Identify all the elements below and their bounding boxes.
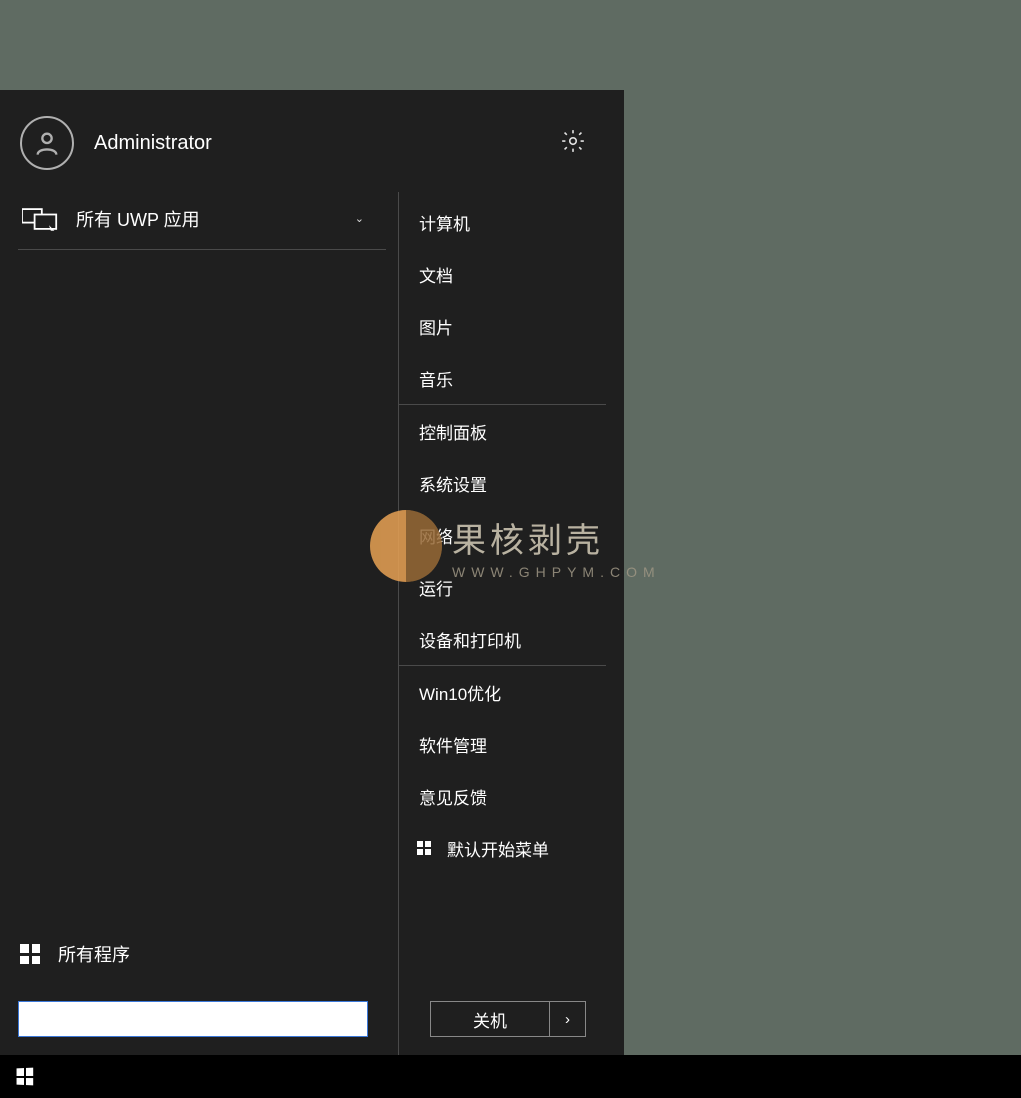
chevron-down-icon: ⌄ <box>355 212 364 225</box>
menu-item-music[interactable]: 音乐 <box>399 352 606 404</box>
gear-icon <box>560 128 586 154</box>
start-menu: Administrator 所有 UWP 应用 ⌄ <box>0 90 624 1055</box>
uwp-label: 所有 UWP 应用 <box>76 206 355 232</box>
power-options-button[interactable]: › <box>550 1001 586 1037</box>
user-icon <box>33 129 61 157</box>
power-row: 关机 › <box>430 1001 586 1037</box>
search-input[interactable] <box>18 1001 368 1037</box>
windows-icon <box>417 841 431 855</box>
menu-item-system-settings[interactable]: 系统设置 <box>399 457 606 509</box>
right-column: 计算机 文档 图片 音乐 控制面板 系统设置 网络 运行 设备和打印机 Win1… <box>398 192 606 1055</box>
menu-item-computer[interactable]: 计算机 <box>399 196 606 248</box>
left-column: 所有 UWP 应用 ⌄ 所有程序 <box>18 192 386 1055</box>
chevron-right-icon: › <box>565 1011 570 1028</box>
monitors-icon <box>18 206 62 232</box>
grid-icon <box>20 944 40 964</box>
shutdown-button[interactable]: 关机 <box>430 1001 550 1037</box>
menu-item-feedback[interactable]: 意见反馈 <box>399 770 606 822</box>
all-programs-item[interactable]: 所有程序 <box>18 927 386 981</box>
menu-item-pictures[interactable]: 图片 <box>399 300 606 352</box>
menu-item-documents[interactable]: 文档 <box>399 248 606 300</box>
menu-item-win10-optimize[interactable]: Win10优化 <box>399 666 606 718</box>
username-label: Administrator <box>94 132 212 155</box>
right-group-places: 计算机 文档 图片 音乐 <box>399 196 606 405</box>
menu-body: 所有 UWP 应用 ⌄ 所有程序 计算机 文档 图片 音乐 控制面板 系统 <box>0 192 624 1055</box>
all-programs-label: 所有程序 <box>58 941 130 967</box>
windows-logo-icon <box>16 1068 33 1086</box>
avatar[interactable] <box>20 116 74 170</box>
menu-item-default-start[interactable]: 默认开始菜单 <box>399 822 606 874</box>
start-button[interactable] <box>0 1055 48 1098</box>
right-group-tools: Win10优化 软件管理 意见反馈 默认开始菜单 <box>399 666 606 874</box>
menu-item-run[interactable]: 运行 <box>399 561 606 613</box>
settings-button[interactable] <box>560 128 586 159</box>
user-row: Administrator <box>0 90 624 192</box>
right-group-system: 控制面板 系统设置 网络 运行 设备和打印机 <box>399 405 606 666</box>
menu-item-control-panel[interactable]: 控制面板 <box>399 405 606 457</box>
menu-item-network[interactable]: 网络 <box>399 509 606 561</box>
menu-item-devices-printers[interactable]: 设备和打印机 <box>399 613 606 665</box>
uwp-apps-item[interactable]: 所有 UWP 应用 ⌄ <box>18 192 386 250</box>
taskbar <box>0 1055 1021 1098</box>
menu-item-software-manage[interactable]: 软件管理 <box>399 718 606 770</box>
